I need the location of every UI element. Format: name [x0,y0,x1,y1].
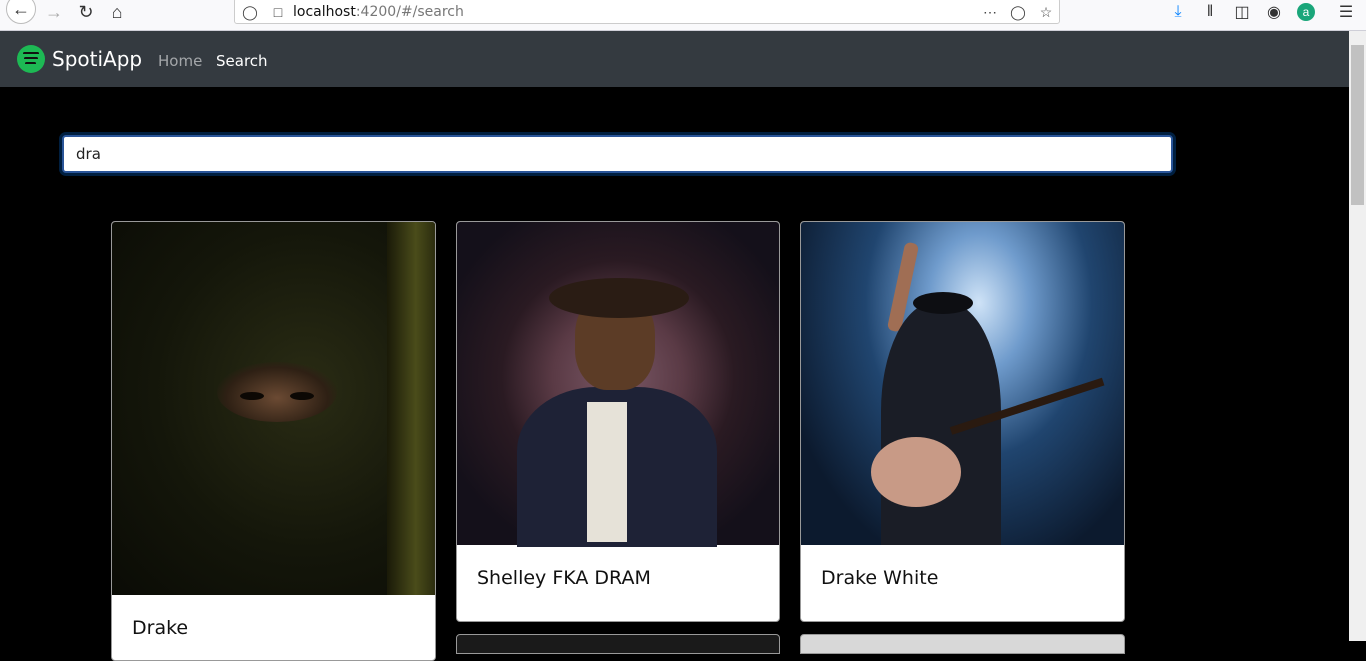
artist-name: Drake [132,617,189,639]
arrow-right-icon: → [45,1,63,22]
browser-toolbar: ← → ↻ ⌂ ◯ □ localhost:4200/#/search ⋯ ◯ … [0,0,1366,31]
home-button[interactable]: ⌂ [103,0,131,24]
artist-card-partial[interactable] [800,634,1125,654]
artist-image [457,222,779,547]
arrow-left-icon: ← [12,0,30,19]
page-icon: □ [273,4,283,20]
extension-icon[interactable]: a [1294,0,1318,24]
nav-link-search[interactable]: Search [216,52,268,70]
address-bar[interactable]: ◯ □ localhost:4200/#/search ⋯ ◯ ☆ [234,0,1060,24]
account-icon[interactable]: ◉ [1262,0,1286,24]
brand-name: SpotiApp [52,47,143,71]
artist-name: Drake White [821,567,939,589]
menu-icon[interactable]: ☰ [1334,0,1358,24]
artist-image [801,222,1124,545]
more-actions-icon[interactable]: ⋯ [979,1,1001,23]
library-icon[interactable]: ‖ [1198,0,1222,24]
bookmark-star-icon[interactable]: ☆ [1035,1,1057,23]
artist-card[interactable]: Shelley FKA DRAM [456,221,780,622]
spotify-logo-icon [17,45,45,73]
downloads-icon[interactable]: ⤓ [1166,0,1190,24]
artist-name: Shelley FKA DRAM [477,567,651,589]
home-icon: ⌂ [111,1,123,22]
brand[interactable]: SpotiApp [17,45,142,73]
search-input[interactable] [62,135,1173,173]
shield-icon[interactable]: ◯ [239,1,261,23]
url-text[interactable]: localhost:4200/#/search [293,4,464,20]
reload-button[interactable]: ↻ [72,0,100,24]
back-button[interactable]: ← [6,0,36,24]
forward-button[interactable]: → [40,0,68,24]
scrollbar-thumb[interactable] [1351,45,1364,205]
pocket-icon[interactable]: ◯ [1007,1,1029,23]
reload-icon: ↻ [78,1,94,22]
artist-card-partial[interactable] [456,634,780,654]
app-navbar: SpotiApp Home Search [0,31,1349,87]
artist-card[interactable]: Drake [111,221,436,661]
page-scrollbar[interactable] [1349,31,1366,641]
sidebar-icon[interactable]: ◫ [1230,0,1254,24]
nav-link-home[interactable]: Home [158,52,202,70]
artist-image [112,222,435,595]
artist-card[interactable]: Drake White [800,221,1125,622]
